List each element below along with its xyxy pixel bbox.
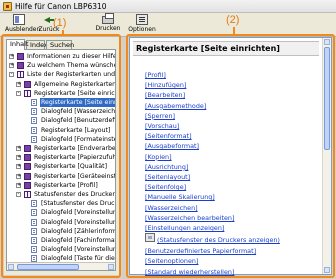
annotation-connector-right — [233, 27, 235, 35]
print-button-label: Drucken — [95, 25, 121, 32]
window-title: Hilfe für Canon LBP6310 — [15, 2, 107, 11]
options-button-label: Optionen — [128, 26, 156, 33]
help-app-icon — [3, 2, 12, 11]
print-button[interactable]: Drucken — [93, 13, 123, 36]
title-bar: Hilfe für Canon LBP6310 — [0, 0, 336, 13]
annotation-marker-2: (2) — [226, 14, 240, 26]
options-icon — [136, 14, 148, 25]
hide-button[interactable]: Ausblenden — [5, 14, 40, 36]
annotation-frame-left — [1, 34, 121, 278]
tab-contents[interactable]: Inhalt — [6, 39, 29, 50]
printer-icon — [102, 13, 114, 24]
annotation-marker-1: (1) — [53, 17, 67, 29]
hide-button-label: Ausblenden — [5, 26, 41, 33]
help-window: Hilfe für Canon LBP6310 Ausblenden Zurüc… — [0, 0, 336, 279]
annotation-connector-left — [62, 30, 64, 35]
options-button[interactable]: Optionen — [126, 14, 158, 36]
hide-pane-icon — [13, 14, 25, 25]
annotation-frame-right — [126, 34, 335, 278]
